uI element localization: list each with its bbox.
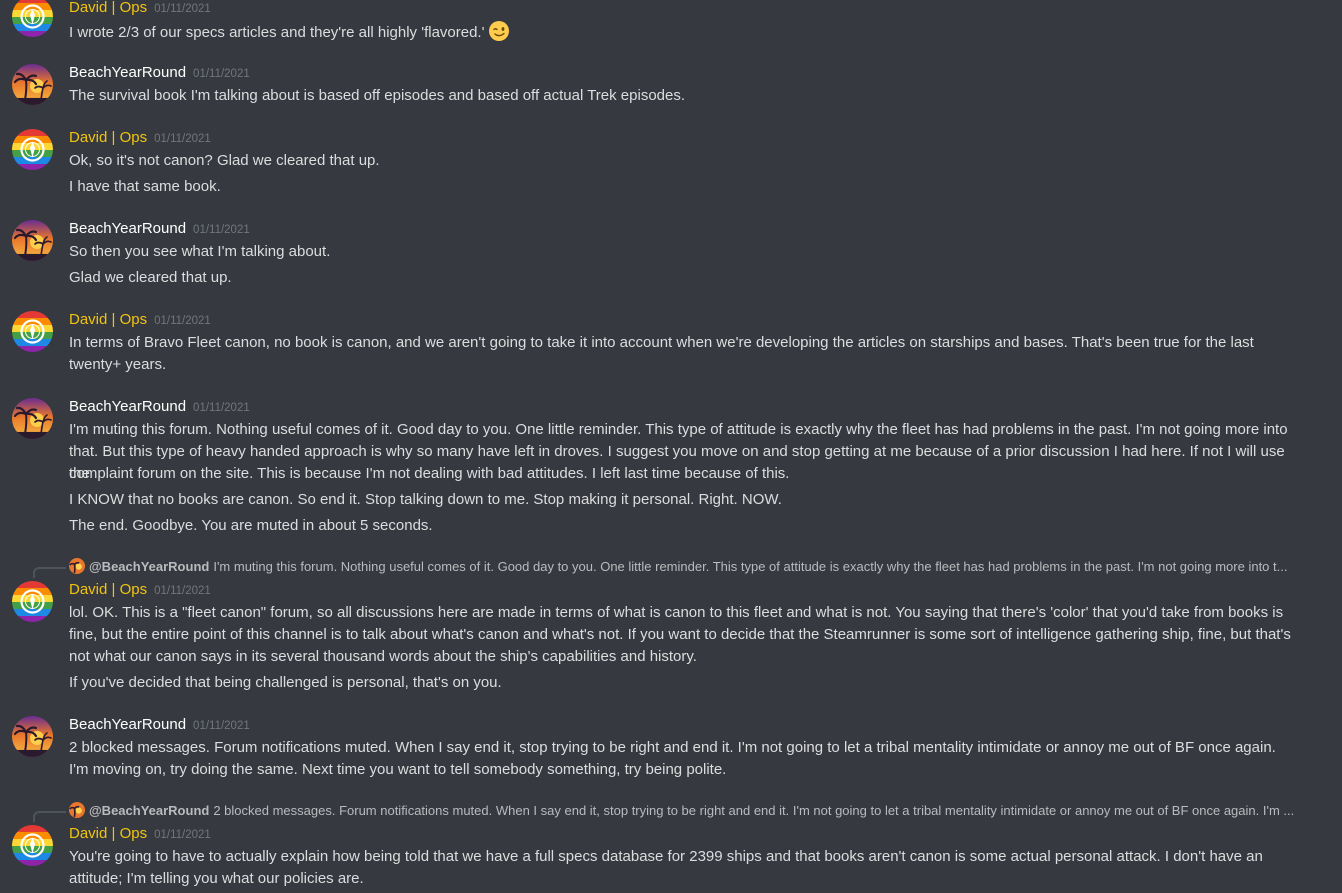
author-name[interactable]: David | Ops — [69, 581, 147, 598]
message-text: complaint forum on the site. This is bec… — [69, 465, 790, 482]
avatar[interactable] — [12, 825, 53, 866]
author-name[interactable]: David | Ops — [69, 825, 147, 842]
reply-mention[interactable]: @BeachYearRound — [89, 559, 209, 574]
timestamp: 01/11/2021 — [154, 585, 211, 597]
reply-preview[interactable]: @BeachYearRound 2 blocked messages. Forum… — [69, 802, 1297, 820]
message-text: fine, but the entire point of this chann… — [69, 626, 1291, 643]
message-header: David | Ops 01/11/2021 — [69, 0, 211, 18]
message-text: If you've decided that being challenged … — [69, 674, 502, 691]
avatar[interactable] — [12, 311, 53, 352]
message-header: BeachYearRound 01/11/2021 — [69, 397, 250, 417]
timestamp: 01/11/2021 — [154, 829, 211, 841]
message-text: lol. OK. This is a "fleet canon" forum, … — [69, 604, 1284, 621]
message-text: not what our canon says in its several t… — [69, 648, 697, 665]
timestamp: 01/11/2021 — [154, 133, 211, 145]
avatar[interactable] — [12, 0, 53, 37]
avatar[interactable] — [12, 716, 53, 757]
reply-mention[interactable]: @BeachYearRound — [89, 803, 209, 818]
message-text: I wrote 2/3 of our specs articles and th… — [69, 20, 1301, 44]
author-name[interactable]: David | Ops — [69, 0, 147, 16]
reply-spine — [33, 811, 66, 822]
message-text: I KNOW that no books are canon. So end i… — [69, 491, 782, 508]
message-text: So then you see what I'm talking about. — [69, 243, 331, 260]
author-name[interactable]: David | Ops — [69, 129, 147, 146]
avatar[interactable] — [12, 581, 53, 622]
message-text: I'm moving on, try doing the same. Next … — [69, 761, 727, 778]
timestamp: 01/11/2021 — [154, 3, 211, 15]
message-text: Ok, so it's not canon? Glad we cleared t… — [69, 152, 380, 169]
message-header: David | Ops 01/11/2021 — [69, 580, 211, 600]
author-name[interactable]: BeachYearRound — [69, 398, 186, 415]
message-text: I have that same book. — [69, 178, 221, 195]
message-text: attitude; I'm telling you what our polic… — [69, 870, 364, 887]
message-text: The survival book I'm talking about is b… — [69, 87, 686, 104]
timestamp: 01/11/2021 — [193, 720, 250, 732]
message-header: David | Ops 01/11/2021 — [69, 824, 211, 844]
author-name[interactable]: David | Ops — [69, 311, 147, 328]
message-text: In terms of Bravo Fleet canon, no book i… — [69, 334, 1254, 351]
timestamp: 01/11/2021 — [193, 68, 250, 80]
reply-preview[interactable]: @BeachYearRound I'm muting this forum. No… — [69, 558, 1297, 576]
message-text: The end. Goodbye. You are muted in about… — [69, 517, 433, 534]
message-header: BeachYearRound 01/11/2021 — [69, 63, 250, 83]
author-name[interactable]: BeachYearRound — [69, 220, 186, 237]
message-text: Glad we cleared that up. — [69, 269, 232, 286]
reply-snippet[interactable]: I'm muting this forum. Nothing useful co… — [213, 559, 1287, 574]
message-header: David | Ops 01/11/2021 — [69, 128, 211, 148]
reply-snippet[interactable]: 2 blocked messages. Forum notifications … — [213, 803, 1294, 818]
message-header: David | Ops 01/11/2021 — [69, 310, 211, 330]
timestamp: 01/11/2021 — [154, 315, 211, 327]
author-name[interactable]: BeachYearRound — [69, 64, 186, 81]
reply-avatar — [69, 802, 85, 818]
avatar[interactable] — [12, 64, 53, 105]
reply-spine — [33, 567, 66, 578]
avatar[interactable] — [12, 220, 53, 261]
timestamp: 01/11/2021 — [193, 402, 250, 414]
message-header: BeachYearRound 01/11/2021 — [69, 219, 250, 239]
avatar[interactable] — [12, 129, 53, 170]
message-text: twenty+ years. — [69, 356, 167, 373]
message-header: BeachYearRound 01/11/2021 — [69, 715, 250, 735]
reply-avatar — [69, 558, 85, 574]
author-name[interactable]: BeachYearRound — [69, 716, 186, 733]
timestamp: 01/11/2021 — [193, 224, 250, 236]
message-text: You're going to have to actually explain… — [69, 848, 1263, 865]
avatar[interactable] — [12, 398, 53, 439]
message-text: 2 blocked messages. Forum notifications … — [69, 739, 1276, 756]
message-text: I'm muting this forum. Nothing useful co… — [69, 421, 1288, 438]
winking-face-emoji — [488, 20, 510, 42]
chat-message-list: David | Ops 01/11/2021 I wrote 2/3 of our… — [0, 0, 1342, 893]
